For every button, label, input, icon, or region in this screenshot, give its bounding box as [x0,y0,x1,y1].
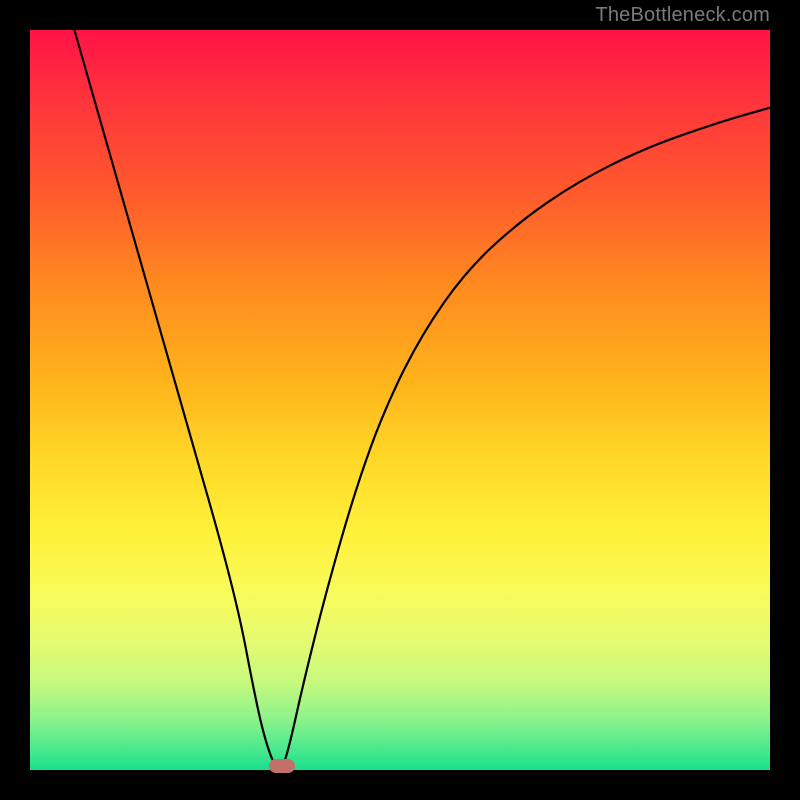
dip-marker [269,759,295,773]
bottleneck-curve [30,30,770,770]
plot-area [30,30,770,770]
watermark-label: TheBottleneck.com [595,4,770,27]
chart-frame: TheBottleneck.com [0,0,800,800]
